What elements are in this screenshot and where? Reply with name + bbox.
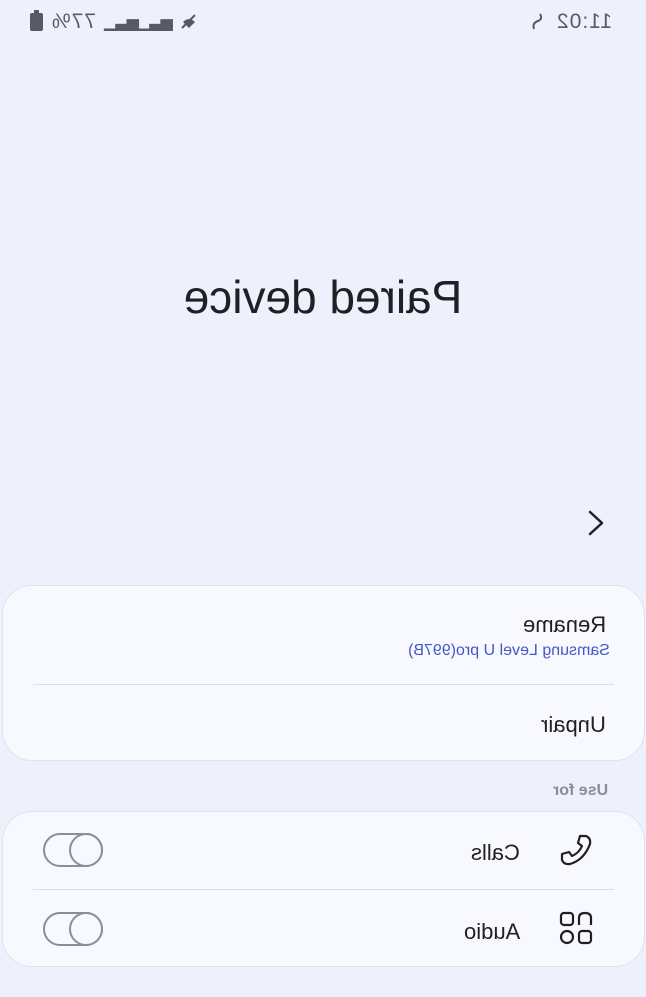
device-card: Rename Samsung Level U pro(997B) Unpair (2, 585, 645, 761)
divider (33, 889, 614, 890)
audio-toggle[interactable] (43, 912, 103, 946)
status-time: 11:02 (556, 10, 612, 33)
apps-icon (559, 911, 593, 945)
audio-toggle-knob (69, 912, 103, 946)
chevron-right-icon (588, 510, 604, 536)
calls-label: Calls (471, 840, 520, 865)
notification-icon (532, 13, 543, 30)
wifi-off-icon (181, 14, 196, 29)
rename-label: Rename (522, 612, 606, 637)
audio-label: Audio (463, 919, 520, 944)
calls-toggle[interactable] (43, 833, 103, 867)
status-right: 11:02 (530, 10, 612, 34)
screen: 77% ▁▃▅▁▃▅ 11:02 Paired device Rename Sa… (0, 0, 646, 997)
battery-icon (30, 10, 43, 31)
signal-icon: ▁▃▅▁▃▅ (104, 14, 173, 31)
use-for-card: Calls Audio (2, 811, 645, 967)
chevron-right-button[interactable] (580, 505, 612, 541)
unpair-label: Unpair (541, 712, 606, 737)
battery-level: 77% (51, 10, 97, 33)
use-for-label: Use for (552, 782, 608, 799)
status-left: 77% ▁▃▅▁▃▅ (30, 10, 198, 34)
phone-icon (560, 834, 592, 866)
divider (33, 684, 614, 685)
status-bar: 77% ▁▃▅▁▃▅ 11:02 (30, 10, 612, 40)
device-name: Samsung Level U pro(997B) (408, 642, 610, 659)
calls-toggle-knob (69, 833, 103, 867)
page-title: Paired device (183, 271, 463, 323)
